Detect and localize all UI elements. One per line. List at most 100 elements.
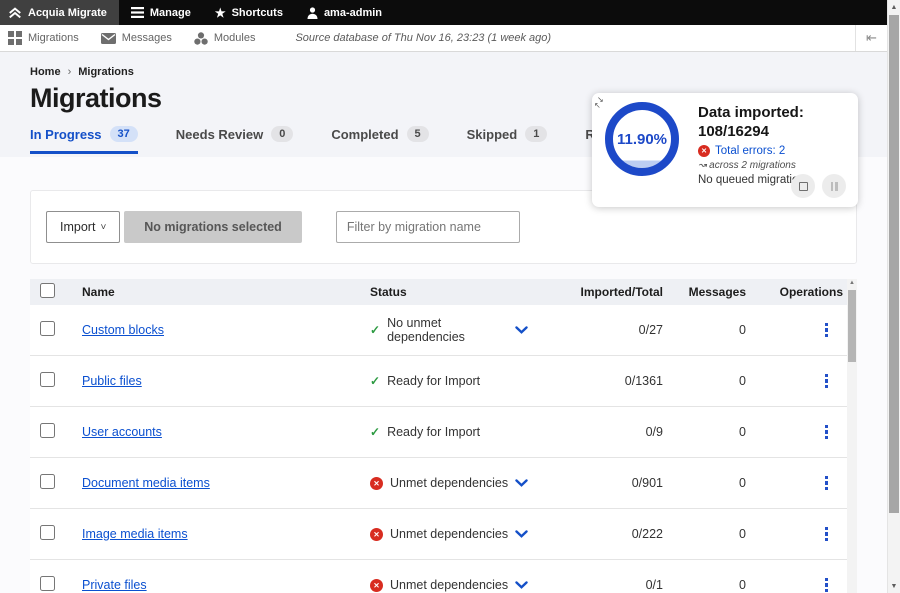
select-all-checkbox[interactable]	[40, 283, 55, 298]
breadcrumb-current[interactable]: Migrations	[78, 66, 134, 78]
operations-kebab-icon[interactable]	[822, 371, 832, 392]
messages-label: Messages	[122, 32, 172, 44]
operations-kebab-icon[interactable]	[822, 320, 832, 341]
row-checkbox[interactable]	[40, 372, 55, 387]
status-icon: ✓	[370, 323, 380, 337]
messages-count: 0	[663, 323, 746, 337]
row-checkbox[interactable]	[40, 423, 55, 438]
toolbar-item-migrations[interactable]: Migrations	[8, 31, 79, 45]
table-row: Private files ✕ Unmet dependencies 0/1 0	[30, 560, 847, 593]
row-checkbox[interactable]	[40, 525, 55, 540]
envelope-icon	[101, 33, 116, 44]
toolbar-item-messages[interactable]: Messages	[101, 32, 172, 44]
expand-chevron-icon[interactable]	[515, 530, 528, 538]
expand-chevron-icon[interactable]	[515, 581, 528, 589]
shortcuts-menu[interactable]: ★ Shortcuts	[203, 0, 295, 25]
header-name: Name	[74, 285, 370, 299]
tab-needs-review[interactable]: Needs Review 0	[176, 126, 294, 154]
tab-skipped[interactable]: Skipped 1	[467, 126, 548, 154]
migration-name-link[interactable]: Document media items	[82, 476, 210, 490]
collapse-toolbar-button[interactable]: ⇤	[855, 25, 887, 51]
operations-kebab-icon[interactable]	[822, 524, 832, 545]
status-text: Ready for Import	[387, 425, 480, 439]
status-icon: ✓	[370, 374, 380, 388]
tab-in-progress[interactable]: In Progress 37	[30, 126, 138, 154]
row-checkbox[interactable]	[40, 474, 55, 489]
scroll-up-icon[interactable]: ▲	[888, 0, 900, 14]
tab-count-badge: 5	[407, 126, 429, 142]
operations-kebab-icon[interactable]	[822, 575, 832, 593]
import-progress-widget: ↘ ↖ 11.90% Data imported: 108/16294 ✕ To…	[592, 93, 858, 207]
status-text: Ready for Import	[387, 374, 480, 388]
breadcrumb-home-link[interactable]: Home	[30, 66, 61, 78]
migration-filter-input[interactable]	[336, 211, 520, 243]
migration-name-link[interactable]: Private files	[82, 578, 147, 592]
table-row: User accounts ✓ Ready for Import 0/9 0	[30, 407, 847, 458]
star-icon: ★	[215, 6, 226, 20]
migration-name-link[interactable]: Image media items	[82, 527, 188, 541]
widget-buttons	[791, 174, 846, 198]
across-text: across 2 migrations	[709, 160, 796, 171]
pause-button[interactable]	[822, 174, 846, 198]
acquia-migrate-brand[interactable]: Acquia Migrate	[0, 0, 119, 25]
messages-count: 0	[663, 476, 746, 490]
row-checkbox[interactable]	[40, 321, 55, 336]
brand-label: Acquia Migrate	[28, 7, 107, 19]
user-menu[interactable]: ama-admin	[295, 0, 394, 25]
messages-count: 0	[663, 527, 746, 541]
row-checkbox[interactable]	[40, 576, 55, 591]
page-scrollbar[interactable]: ▲ ▼	[887, 0, 900, 593]
toolbar: Migrations Messages Modules Source datab…	[0, 25, 887, 52]
operations-kebab-icon[interactable]	[822, 422, 832, 443]
resize-nw-arrow: ↖	[594, 103, 604, 109]
tab-label: Skipped	[467, 127, 518, 142]
tab-completed[interactable]: Completed 5	[331, 126, 428, 154]
tab-label: Needs Review	[176, 127, 263, 142]
stop-button[interactable]	[791, 174, 815, 198]
toolbar-item-modules[interactable]: Modules	[194, 32, 256, 45]
header-messages: Messages	[663, 285, 746, 299]
status-text: Unmet dependencies	[390, 578, 508, 592]
expand-chevron-icon[interactable]	[515, 326, 528, 334]
operations-kebab-icon[interactable]	[822, 473, 832, 494]
breadcrumb-separator: ›	[68, 66, 72, 78]
tab-label: Completed	[331, 127, 398, 142]
status-icon: ✕	[370, 477, 383, 490]
collapse-icon: ⇤	[866, 30, 877, 46]
manage-menu[interactable]: Manage	[119, 0, 203, 25]
manage-label: Manage	[150, 7, 191, 19]
table-row: Image media items ✕ Unmet dependencies 0…	[30, 509, 847, 560]
across-arrow-icon: ↝	[698, 160, 709, 171]
migration-name-link[interactable]: User accounts	[82, 425, 162, 439]
shortcuts-label: Shortcuts	[232, 7, 283, 19]
admin-bar: Acquia Migrate Manage ★ Shortcuts ama-ad…	[0, 0, 887, 25]
table-scrollbar-thumb[interactable]	[848, 290, 856, 362]
resize-handle-icon[interactable]: ↘ ↖	[597, 97, 604, 109]
tab-count-badge: 1	[525, 126, 547, 142]
user-icon	[307, 7, 318, 19]
table-row: Public files ✓ Ready for Import 0/1361 0	[30, 356, 847, 407]
modules-icon	[194, 32, 208, 45]
table-scroll-up-icon[interactable]: ▲	[847, 280, 857, 286]
progress-percent: 11.90%	[617, 131, 667, 148]
pause-icon	[831, 182, 838, 191]
migration-name-link[interactable]: Public files	[82, 374, 142, 388]
page-scrollbar-thumb[interactable]	[889, 15, 899, 513]
hamburger-icon	[131, 7, 144, 18]
total-errors-link[interactable]: ✕ Total errors: 2	[698, 145, 846, 157]
expand-chevron-icon[interactable]	[515, 479, 528, 487]
table-scrollbar[interactable]: ▲	[847, 279, 857, 593]
scroll-down-icon[interactable]: ▼	[888, 579, 900, 593]
imported-total-value: 0/1	[555, 578, 663, 592]
status-icon: ✕	[370, 579, 383, 592]
migrations-label: Migrations	[28, 32, 79, 44]
import-label: Import	[60, 220, 95, 234]
progress-donut: 11.90%	[605, 102, 679, 176]
imported-total-value: 0/901	[555, 476, 663, 490]
tab-label: In Progress	[30, 127, 102, 142]
import-dropdown-button[interactable]: Import ˅	[46, 211, 120, 243]
data-imported-label: Data imported:	[698, 103, 846, 122]
status-icon: ✕	[370, 528, 383, 541]
status-text: Unmet dependencies	[390, 476, 508, 490]
migration-name-link[interactable]: Custom blocks	[82, 323, 164, 337]
